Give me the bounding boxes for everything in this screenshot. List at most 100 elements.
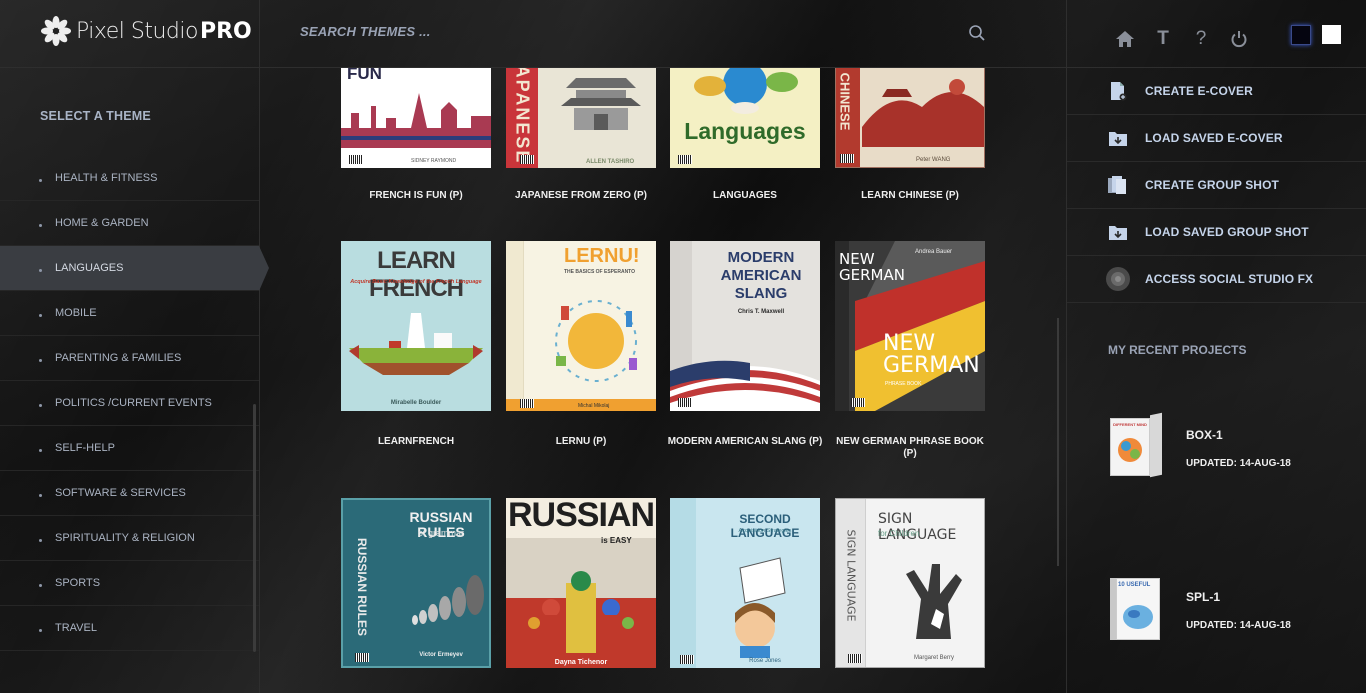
top-bar: Pixel Studio PRO SEARCH THEMES ... T ?: [0, 0, 1366, 68]
sidebar-item-home-garden[interactable]: HOME & GARDEN: [0, 201, 259, 246]
search-input[interactable]: SEARCH THEMES ...: [300, 24, 431, 39]
theme-cover[interactable]: JAPANESE ALLEN TASHIRO: [506, 68, 656, 168]
us-flag-illustration: [670, 360, 820, 411]
sidebar-item-label: HOME & GARDEN: [55, 217, 149, 229]
logo-text: Pixel Studio: [76, 18, 198, 44]
sidebar-item-label: SPIRITUALITY & RELIGION: [55, 532, 195, 544]
cover-subtitle: PHRASE BOOK: [885, 381, 922, 387]
sidebar-item-politics[interactable]: POLITICS /CURRENT EVENTS: [0, 381, 259, 426]
sidebar-scrollbar[interactable]: [253, 404, 256, 652]
project-updated: UPDATED: 14-AUG-18: [1186, 620, 1291, 631]
access-social-studio-fx-button[interactable]: ACCESS SOCIAL STUDIO FX: [1067, 256, 1366, 303]
theme-card-russian-easy[interactable]: RUSSIAN is EASY Dayna Tichenor: [506, 498, 656, 668]
chinese-scene-illustration: [862, 79, 984, 147]
barcode-icon: [520, 155, 534, 164]
bullet-icon: [39, 629, 42, 632]
theme-grid: FUN SIDNEY RAYMOND FRENCH IS FUN (P) JAP…: [341, 68, 1001, 693]
help-icon[interactable]: ?: [1182, 28, 1220, 50]
cover-subtitle: is EASY: [601, 536, 632, 545]
theme-cover[interactable]: Languages: [670, 68, 820, 168]
theme-cover[interactable]: SECOND LANGUAGE Acquisition Strategies R…: [670, 498, 820, 668]
theme-cover[interactable]: RUSSIAN is EASY Dayna Tichenor: [506, 498, 656, 668]
theme-card-sign-language[interactable]: SIGN LANGUAGE SIGN LANGUAGE for Children…: [835, 498, 985, 668]
load-saved-ecover-button[interactable]: LOAD SAVED E-COVER: [1067, 115, 1366, 162]
theme-card-learnfrench[interactable]: LEARN FRENCH Acquire Basic Knowledge of …: [341, 241, 491, 447]
home-icon[interactable]: [1106, 28, 1144, 50]
theme-cover[interactable]: LEARN FRENCH Acquire Basic Knowledge of …: [341, 241, 491, 411]
text-icon[interactable]: T: [1144, 28, 1182, 50]
theme-card-new-german-phrase-book[interactable]: NEW GERMAN NEW GERMAN PHRASE BOOK Andrea…: [835, 241, 985, 459]
sidebar-item-self-help[interactable]: SELF-HELP: [0, 426, 259, 471]
brain-illustration: [1118, 438, 1142, 462]
splash-illustration: [1123, 605, 1153, 629]
theme-card-modern-american-slang[interactable]: MODERN AMERICAN SLANG Chris T. Maxwell M…: [668, 241, 822, 447]
load-saved-group-shot-button[interactable]: LOAD SAVED GROUP SHOT: [1067, 209, 1366, 256]
action-label: CREATE GROUP SHOT: [1145, 178, 1279, 192]
barcode-icon: [851, 398, 865, 407]
theme-label: FRENCH IS FUN (P): [369, 190, 463, 201]
logo-pro: PRO: [199, 18, 252, 44]
theme-cover[interactable]: RUSSIAN RULES of grammar RUSSIAN RULES V…: [341, 498, 491, 668]
sidebar-item-spirituality[interactable]: SPIRITUALITY & RELIGION: [0, 516, 259, 561]
barcode-icon: [840, 154, 854, 163]
cover-author: Peter WANG: [916, 157, 951, 163]
thumb-text: 10 USEFUL: [1118, 582, 1151, 588]
divider: [259, 0, 260, 693]
search-icon[interactable]: [968, 24, 986, 42]
cover-title: JAPANESE: [512, 68, 533, 165]
recent-projects-title: MY RECENT PROJECTS: [1108, 343, 1247, 357]
sidebar-item-mobile[interactable]: MOBILE: [0, 291, 259, 336]
sidebar-item-parenting-families[interactable]: PARENTING & FAMILIES: [0, 336, 259, 381]
recent-project-item[interactable]: 10 USEFUL SPL-1 UPDATED: 14-AUG-18: [1106, 572, 1346, 652]
power-icon[interactable]: [1220, 28, 1258, 50]
cover-title-large: NEW GERMAN: [883, 331, 980, 378]
paris-illustration: [349, 313, 483, 375]
theme-card-french-is-fun[interactable]: FUN SIDNEY RAYMOND FRENCH IS FUN (P): [341, 68, 491, 201]
barcode-icon: [678, 398, 692, 407]
app-logo[interactable]: Pixel Studio PRO: [40, 14, 252, 48]
sidebar-item-software-services[interactable]: SOFTWARE & SERVICES: [0, 471, 259, 516]
globe-illustration: [555, 300, 637, 382]
theme-cover[interactable]: FUN SIDNEY RAYMOND: [341, 68, 491, 168]
theme-cover[interactable]: NEW GERMAN NEW GERMAN PHRASE BOOK Andrea…: [835, 241, 985, 411]
sidebar-item-label: SELF-HELP: [55, 442, 115, 454]
bullet-icon: [39, 224, 42, 227]
project-name: SPL-1: [1186, 590, 1221, 604]
bullet-icon: [39, 359, 42, 362]
sidebar-item-health-fitness[interactable]: HEALTH & FITNESS: [0, 156, 259, 201]
theme-card-lernu[interactable]: LERNU! THE BASICS OF ESPERANTO Michal Mi…: [506, 241, 656, 447]
sidebar-item-sports[interactable]: SPORTS: [0, 561, 259, 606]
theme-cover[interactable]: MODERN AMERICAN SLANG Chris T. Maxwell: [670, 241, 820, 411]
project-thumbnail[interactable]: DIFFERENT MIND: [1110, 412, 1162, 478]
recent-project-item[interactable]: DIFFERENT MIND BOX-1 UPDATED: 14-AUG-18: [1106, 410, 1346, 490]
create-ecover-button[interactable]: CREATE E-COVER: [1067, 68, 1366, 115]
action-menu: CREATE E-COVER LOAD SAVED E-COVER CREATE…: [1067, 68, 1366, 303]
sidebar-item-languages[interactable]: LANGUAGES: [0, 246, 269, 291]
pagoda-illustration: [561, 78, 641, 130]
theme-card-languages[interactable]: Languages LANGUAGES: [670, 68, 820, 201]
sidebar-item-label: SPORTS: [55, 577, 101, 589]
project-name: BOX-1: [1186, 428, 1223, 442]
project-thumbnail[interactable]: 10 USEFUL: [1110, 576, 1160, 644]
load-folder-icon: [1103, 129, 1133, 147]
main-scrollbar[interactable]: [1057, 318, 1059, 566]
cover-title: FUN: [347, 68, 382, 83]
theme-cover[interactable]: SIGN LANGUAGE SIGN LANGUAGE for Children…: [835, 498, 985, 668]
cover-title: SECOND LANGUAGE: [730, 512, 800, 540]
theme-cover[interactable]: LERNU! THE BASICS OF ESPERANTO Michal Mi…: [506, 241, 656, 411]
dark-theme-swatch[interactable]: [1291, 25, 1311, 45]
sidebar-item-label: HEALTH & FITNESS: [55, 172, 158, 184]
sidebar-item-travel[interactable]: TRAVEL: [0, 606, 259, 651]
light-theme-swatch[interactable]: [1322, 25, 1341, 44]
theme-cover[interactable]: CHINESE Peter WANG: [835, 68, 985, 168]
theme-card-learn-chinese[interactable]: CHINESE Peter WANG LEARN CHINESE (P): [835, 68, 985, 201]
cover-author: Chris T. Maxwell: [737, 309, 785, 315]
theme-card-japanese-from-zero[interactable]: JAPANESE ALLEN TASHIRO JAPANESE FROM ZER…: [506, 68, 656, 201]
cover-author: SIDNEY RAYMOND: [411, 158, 457, 164]
theme-card-russian-rules[interactable]: RUSSIAN RULES of grammar RUSSIAN RULES V…: [341, 498, 491, 668]
create-group-shot-button[interactable]: CREATE GROUP SHOT: [1067, 162, 1366, 209]
theme-card-second-language[interactable]: SECOND LANGUAGE Acquisition Strategies R…: [670, 498, 820, 668]
bullet-icon: [39, 314, 42, 317]
theme-label: LANGUAGES: [713, 190, 777, 201]
bullet-icon: [39, 269, 42, 272]
